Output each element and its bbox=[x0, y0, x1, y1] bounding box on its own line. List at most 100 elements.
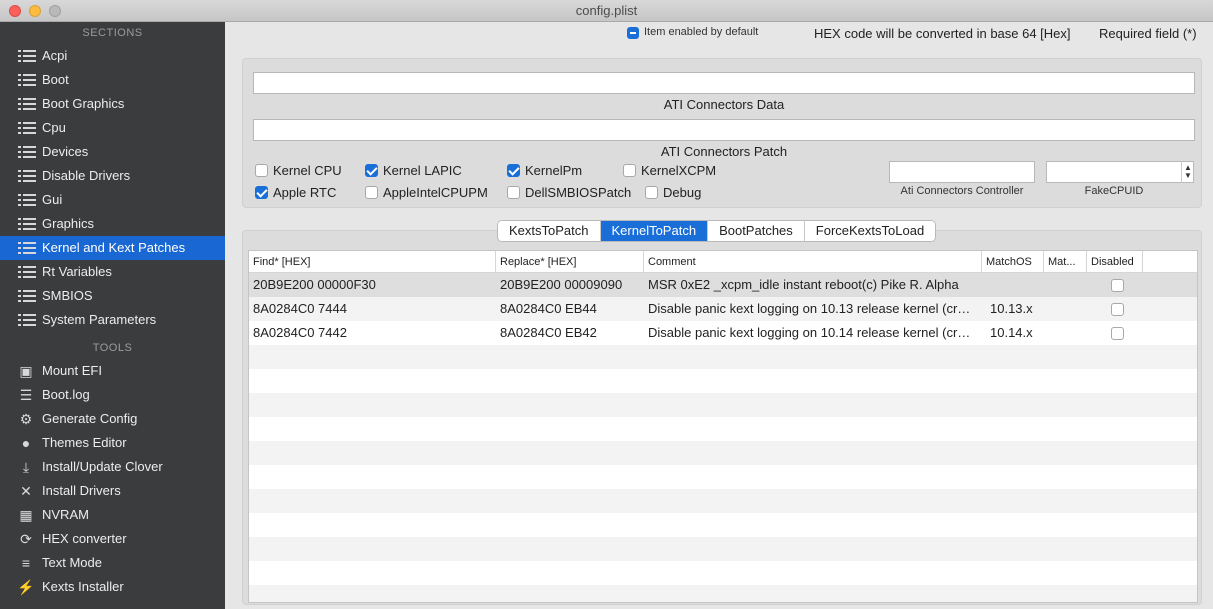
chip-icon: ▦ bbox=[19, 507, 33, 523]
main-content: Item enabled by default HEX code will be… bbox=[225, 22, 1213, 609]
ati-connectors-data-label: ATI Connectors Data bbox=[663, 97, 785, 112]
sidebar-item-gui[interactable]: Gui bbox=[0, 188, 225, 212]
tool-item-themes-editor[interactable]: ● Themes Editor bbox=[0, 431, 225, 455]
checkbox-empty-icon bbox=[645, 186, 658, 199]
option-kernelpm-checkbox[interactable]: KernelPm bbox=[507, 163, 582, 179]
column-header[interactable]: Comment bbox=[644, 251, 982, 273]
empty-table-row bbox=[249, 537, 1197, 561]
tool-item-kexts-installer[interactable]: ⚡ Kexts Installer bbox=[0, 575, 225, 599]
sidebar-item-devices[interactable]: Devices bbox=[0, 140, 225, 164]
hex-conversion-note: HEX code will be converted in base 64 [H… bbox=[814, 26, 1071, 41]
option-label: DellSMBIOSPatch bbox=[525, 185, 632, 200]
table-row[interactable]: 20B9E200 00000F30 20B9E200 00009090 MSR 0x… bbox=[249, 273, 1197, 297]
cell-replace: 8A0284C0 EB42 bbox=[500, 325, 597, 340]
option-label: Kernel CPU bbox=[273, 163, 342, 178]
sidebar: SECTIONS Acpi Boot Boot Graphics Cpu Devices… bbox=[0, 22, 225, 609]
column-header[interactable]: Find* [HEX] bbox=[249, 251, 496, 273]
ati-connectors-patch-input[interactable] bbox=[253, 119, 1195, 141]
sidebar-item-label: Rt Variables bbox=[42, 264, 112, 279]
disk-icon: ▣ bbox=[19, 363, 33, 379]
cell-mat bbox=[1044, 297, 1087, 321]
tool-item-label: Mount EFI bbox=[42, 363, 102, 378]
tab-kextstopatch[interactable]: KextsToPatch bbox=[498, 221, 601, 241]
table-row[interactable]: 8A0284C0 7444 8A0284C0 EB44 Disable panic … bbox=[249, 297, 1197, 321]
tool-item-mount-efi[interactable]: ▣ Mount EFI bbox=[0, 359, 225, 383]
sidebar-item-rt-variables[interactable]: Rt Variables bbox=[0, 260, 225, 284]
option-kernel-lapic-checkbox[interactable]: Kernel LAPIC bbox=[365, 163, 462, 179]
checkbox-checked-icon bbox=[507, 164, 520, 177]
empty-table-row bbox=[249, 417, 1197, 441]
option-apple-rtc-checkbox[interactable]: Apple RTC bbox=[255, 185, 336, 201]
sidebar-item-label: System Parameters bbox=[42, 312, 157, 327]
option-label: AppleIntelCPUPM bbox=[383, 185, 488, 200]
fakecpuid-input[interactable] bbox=[1046, 161, 1194, 183]
disabled-checkbox[interactable] bbox=[1111, 303, 1124, 316]
tool-item-label: NVRAM bbox=[42, 507, 89, 522]
tab-kerneltopatch[interactable]: KernelToPatch bbox=[600, 221, 709, 241]
tool-item-install-update-clover[interactable]: ⤓ Install/Update Clover bbox=[0, 455, 225, 479]
column-header[interactable]: Mat... bbox=[1044, 251, 1087, 273]
option-kernel-cpu-checkbox[interactable]: Kernel CPU bbox=[255, 163, 342, 179]
sidebar-item-label: Kernel and Kext Patches bbox=[42, 240, 186, 255]
tool-item-hex-converter[interactable]: ⟳ HEX converter bbox=[0, 527, 225, 551]
tab-forcekextstoload[interactable]: ForceKextsToLoad bbox=[804, 221, 936, 241]
list-icon bbox=[18, 50, 36, 62]
tool-item-label: Install Drivers bbox=[42, 483, 121, 498]
ati-connectors-patch-label: ATI Connectors Patch bbox=[660, 144, 788, 159]
disabled-checkbox[interactable] bbox=[1111, 279, 1124, 292]
tool-item-install-drivers[interactable]: ✕ Install Drivers bbox=[0, 479, 225, 503]
sidebar-item-system-parameters[interactable]: System Parameters bbox=[0, 308, 225, 332]
sidebar-item-boot-graphics[interactable]: Boot Graphics bbox=[0, 92, 225, 116]
option-label: KernelXCPM bbox=[641, 163, 717, 178]
option-label: Apple RTC bbox=[273, 185, 337, 200]
option-label: KernelPm bbox=[525, 163, 583, 178]
tools-icon: ✕ bbox=[20, 483, 32, 499]
option-appleintelcpupm-checkbox[interactable]: AppleIntelCPUPM bbox=[365, 185, 488, 201]
empty-table-row bbox=[249, 345, 1197, 369]
window-title: config.plist bbox=[575, 3, 638, 18]
ati-connectors-controller-label: Ati Connectors Controller bbox=[900, 185, 1024, 197]
tool-item-boot-log[interactable]: ☰ Boot.log bbox=[0, 383, 225, 407]
required-field-note: Required field (*) bbox=[1099, 26, 1197, 41]
sections-list: Acpi Boot Boot Graphics Cpu Devices Disable D… bbox=[0, 44, 225, 332]
sidebar-item-cpu[interactable]: Cpu bbox=[0, 116, 225, 140]
tool-item-label: Boot.log bbox=[42, 387, 90, 402]
tool-item-generate-config[interactable]: ⚙ Generate Config bbox=[0, 407, 225, 431]
sidebar-item-boot[interactable]: Boot bbox=[0, 68, 225, 92]
tool-item-nvram[interactable]: ▦ NVRAM bbox=[0, 503, 225, 527]
tool-item-label: HEX converter bbox=[42, 531, 127, 546]
ati-connectors-data-input[interactable] bbox=[253, 72, 1195, 94]
tab-bootpatches[interactable]: BootPatches bbox=[708, 221, 805, 241]
column-header[interactable]: MatchOS bbox=[982, 251, 1044, 273]
sidebar-item-smbios[interactable]: SMBIOS bbox=[0, 284, 225, 308]
sidebar-item-kernel-and-kext-patches[interactable]: Kernel and Kext Patches bbox=[0, 236, 225, 260]
list-icon bbox=[18, 74, 36, 86]
sidebar-item-label: Gui bbox=[42, 192, 63, 207]
column-header[interactable]: Disabled bbox=[1087, 251, 1143, 273]
disabled-checkbox[interactable] bbox=[1111, 327, 1124, 340]
sidebar-item-disable-drivers[interactable]: Disable Drivers bbox=[0, 164, 225, 188]
list-icon bbox=[18, 146, 36, 158]
table-row[interactable]: 8A0284C0 7442 8A0284C0 EB42 Disable panic … bbox=[249, 321, 1197, 345]
sections-header: SECTIONS bbox=[82, 27, 143, 39]
ati-connectors-controller-input[interactable] bbox=[889, 161, 1035, 183]
sidebar-item-graphics[interactable]: Graphics bbox=[0, 212, 225, 236]
fakecpuid-stepper-icon[interactable]: ▲ ▼ bbox=[1181, 161, 1194, 183]
checkbox-empty-icon bbox=[623, 164, 636, 177]
tool-item-text-mode[interactable]: ≡ Text Mode bbox=[0, 551, 225, 575]
patches-table[interactable]: Find* [HEX] Replace* [HEX] Comment MatchOS M… bbox=[248, 250, 1198, 603]
palette-icon: ● bbox=[21, 435, 31, 451]
ati-options-panel: ATI Connectors Data ATI Connectors Patch… bbox=[242, 58, 1202, 208]
cell-mat bbox=[1044, 321, 1087, 345]
column-header[interactable]: Replace* [HEX] bbox=[496, 251, 644, 273]
option-kernelxcpm-checkbox[interactable]: KernelXCPM bbox=[623, 163, 716, 179]
title-bar: config.plist bbox=[0, 0, 1213, 22]
checkbox-checked-icon bbox=[365, 164, 378, 177]
option-dellsmbiospatch-checkbox[interactable]: DellSMBIOSPatch bbox=[507, 185, 631, 201]
sidebar-item-acpi[interactable]: Acpi bbox=[0, 44, 225, 68]
enabled-default-indicator-icon bbox=[627, 27, 639, 39]
tool-item-label: Themes Editor bbox=[42, 435, 127, 450]
empty-table-row bbox=[249, 441, 1197, 465]
option-debug-checkbox[interactable]: Debug bbox=[645, 185, 701, 201]
tool-item-label: Install/Update Clover bbox=[42, 459, 163, 474]
